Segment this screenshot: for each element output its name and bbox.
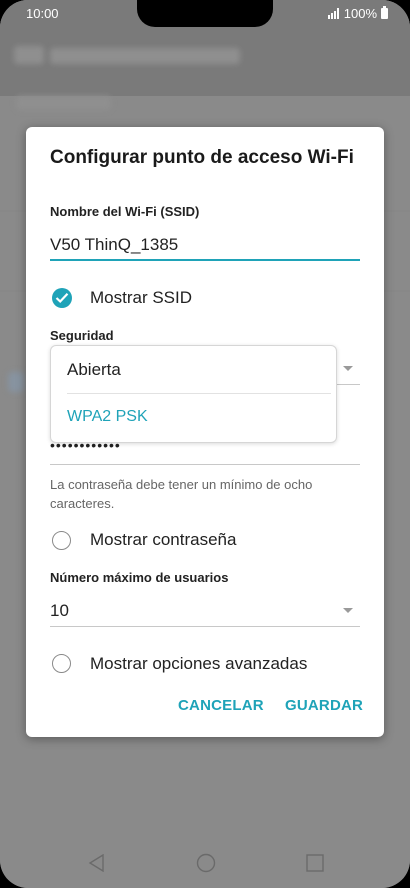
dialog-title: Configurar punto de acceso Wi-Fi [50,147,354,168]
ssid-input[interactable]: V50 ThinQ_1385 [50,235,178,255]
background-blur [50,48,240,64]
advanced-options-label[interactable]: Mostrar opciones avanzadas [90,654,307,674]
advanced-options-radio[interactable] [52,654,71,673]
status-time: 10:00 [26,6,59,21]
status-icons: 100% [327,6,388,21]
show-ssid-label[interactable]: Mostrar SSID [90,288,192,308]
background-blur [16,96,111,110]
security-option-open[interactable]: Abierta [67,360,121,380]
security-dropdown-menu: Abierta WPA2 PSK [50,345,337,443]
max-users-underline [50,626,360,627]
cancel-button[interactable]: CANCELAR [178,697,264,714]
screen: 10:00 100% Configurar punto de acceso Wi… [0,0,410,888]
show-password-label[interactable]: Mostrar contraseña [90,530,236,550]
max-users-label: Número máximo de usuarios [50,570,229,585]
show-ssid-checkbox[interactable] [52,288,72,308]
max-users-caret-icon [343,608,353,613]
security-caret-icon [343,366,353,371]
background-blur [8,372,24,392]
battery-percent: 100% [343,6,377,21]
max-users-select[interactable]: 10 [50,601,69,621]
camera-notch [137,0,273,27]
home-icon[interactable] [196,853,216,873]
show-password-radio[interactable] [52,531,71,550]
background-blur [14,46,44,64]
signal-icon [327,8,339,19]
back-icon[interactable] [88,854,106,872]
ssid-label: Nombre del Wi-Fi (SSID) [50,204,200,219]
save-button[interactable]: GUARDAR [285,697,363,714]
navigation-bar [0,824,410,888]
battery-icon [381,6,388,19]
checkmark-icon [55,293,69,304]
password-hint: La contraseña debe tener un mínimo de oc… [50,477,313,511]
ssid-underline [50,259,360,261]
security-option-wpa2[interactable]: WPA2 PSK [67,408,148,426]
password-underline [50,464,360,465]
security-label: Seguridad [50,328,114,343]
dropdown-divider [67,393,331,394]
recents-icon[interactable] [306,854,324,872]
